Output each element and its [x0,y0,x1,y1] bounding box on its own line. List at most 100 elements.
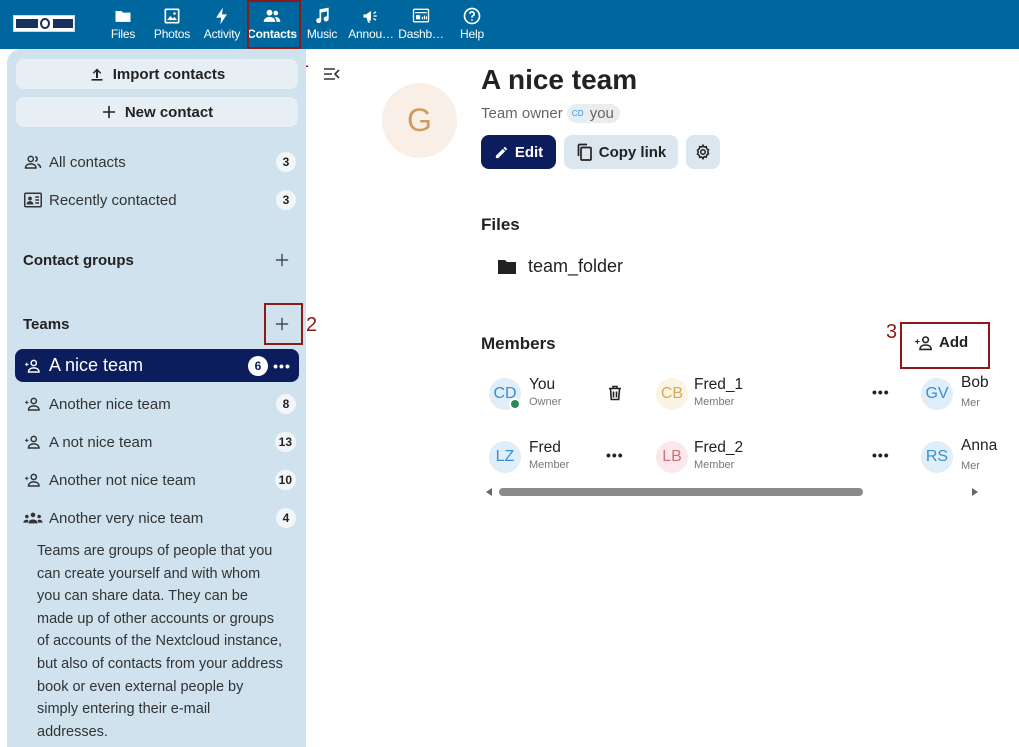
contact-card-icon [23,191,43,209]
app-label: Activity [203,27,241,41]
new-contact-button[interactable]: New contact [16,97,298,127]
team-folder-link[interactable]: team_folder [498,256,623,277]
member-avatar: LB [656,441,688,473]
member-item[interactable]: RS Anna Mer [921,435,1019,475]
files-heading: Files [481,215,520,234]
logo-seal [40,18,50,29]
annotation-box-1 [247,0,301,49]
team-label: A not nice team [49,433,153,451]
member-item[interactable]: GV Bob Mer [921,372,1019,412]
team-icon [23,471,43,489]
team-item-another-very-nice-team[interactable]: Another very nice team 4 [15,501,299,535]
music-note-icon [316,7,329,24]
app-dashboard[interactable]: Dashb… [396,0,446,49]
member-item[interactable]: LB Fred_2 Member ••• [656,437,889,477]
owner-chip[interactable]: CD you [566,104,620,123]
help-circle-icon [463,7,481,25]
team-label: A nice team [49,355,144,375]
annotation-box-3 [900,322,990,369]
member-avatar: RS [921,441,953,473]
team-owner-line: Team owner CD you [481,104,620,123]
more-options-icon[interactable]: ••• [872,384,890,400]
app-label: Music [306,27,338,41]
app-help[interactable]: Help [447,0,497,49]
contact-groups-heading: Contact groups [23,252,134,269]
bolt-icon [216,7,227,25]
count-badge: 13 [274,432,296,452]
team-item-a-not-nice-team[interactable]: A not nice team 13 [15,425,299,459]
nav-label: Recently contacted [49,191,177,209]
add-contact-group-button[interactable] [271,249,293,271]
app-photos[interactable]: Photos [147,0,197,49]
edit-button[interactable]: Edit [481,135,556,169]
plus-icon [275,253,289,267]
folder-name: team_folder [528,256,624,276]
teams-heading: Teams [23,316,70,333]
count-badge: 3 [276,190,296,210]
edit-label: Edit [514,143,544,161]
collapse-sidebar-icon [324,68,340,80]
toggle-navigation-button[interactable] [323,66,341,82]
contacts-icon [23,153,43,171]
team-item-a-nice-team[interactable]: A nice team 6 ••• [15,349,299,382]
copy-link-label: Copy link [598,143,667,161]
team-item-another-nice-team[interactable]: Another nice team 8 [15,387,299,421]
top-bar: Files Photos Activity Contacts Music Ann… [0,0,1019,49]
team-item-another-not-nice-team[interactable]: Another not nice team 10 [15,463,299,497]
nav-label: All contacts [49,153,126,171]
member-name: Fred_1 [694,376,744,393]
copy-link-button[interactable]: Copy link [564,135,678,169]
import-contacts-label: Import contacts [112,65,226,83]
team-label: Another nice team [49,395,171,413]
count-badge: 8 [276,394,296,414]
scrollbar-thumb[interactable] [499,488,863,496]
sidebar: Import contacts New contact All contacts… [7,49,306,747]
image-icon [164,8,180,24]
member-name: Fred_2 [694,439,744,456]
dashboard-icon [412,8,430,23]
member-name: Anna [961,437,998,454]
pencil-icon [495,146,507,158]
team-label: Another very nice team [49,509,204,527]
group-icon [23,509,43,527]
annotation-number-2: 2 [306,314,318,336]
more-options-icon[interactable]: ••• [606,447,624,463]
team-owner-label: Team owner [481,105,563,122]
member-role: Owner [529,396,562,408]
owner-avatar: CD [569,105,586,122]
count-badge: 4 [276,508,296,528]
brand-logo[interactable] [13,15,75,32]
more-options-icon[interactable]: ••• [872,447,890,463]
team-icon [23,357,43,375]
annotation-number-3: 3 [886,321,898,343]
nav-all-contacts[interactable]: All contacts 3 [15,145,299,179]
count-badge: 10 [274,470,296,490]
app-files[interactable]: Files [98,0,148,49]
member-role: Member [694,396,735,408]
member-avatar: LZ [489,441,521,473]
megaphone-icon [363,11,377,23]
team-settings-button[interactable] [686,135,720,169]
team-icon [23,433,43,451]
team-icon [23,395,43,413]
upload-icon [91,68,103,81]
member-item[interactable]: CB Fred_1 Member ••• [656,374,889,414]
teams-help-text: Teams are groups of people that you can … [37,543,283,740]
member-role: Mer [961,397,980,409]
app-activity[interactable]: Activity [197,0,247,49]
app-music[interactable]: Music [297,0,347,49]
logo-mark-left [16,19,38,28]
app-announcements[interactable]: Annou… [346,0,396,49]
scroll-left-icon[interactable] [486,488,492,496]
import-contacts-button[interactable]: Import contacts [16,59,298,89]
app-label: Help [460,27,484,41]
member-role: Mer [961,460,980,472]
nav-recently-contacted[interactable]: Recently contacted 3 [15,183,299,217]
more-options-icon[interactable]: ••• [271,358,293,374]
trash-icon[interactable] [608,385,622,401]
scroll-right-icon[interactable] [972,488,978,496]
team-avatar: G [382,83,457,158]
new-contact-label: New contact [124,103,214,121]
members-horizontal-scrollbar[interactable] [485,487,980,498]
plus-icon [102,106,115,118]
